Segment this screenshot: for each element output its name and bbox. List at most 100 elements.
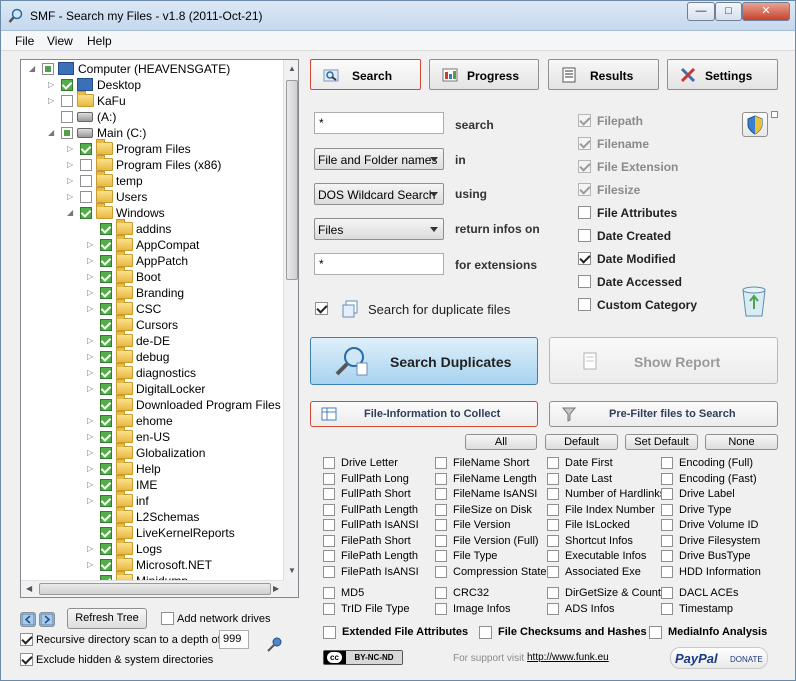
info-option-checkbox[interactable] xyxy=(323,503,335,516)
collapsed-arrow-icon[interactable]: ▷ xyxy=(87,541,96,557)
tree-checkbox[interactable] xyxy=(100,479,112,491)
info-option[interactable]: Date Last xyxy=(547,472,612,487)
prefilter-button[interactable]: Pre-Filter files to Search xyxy=(549,401,778,427)
minimize-button[interactable]: — xyxy=(687,2,715,21)
tree-checkbox[interactable] xyxy=(100,447,112,459)
info-option[interactable]: File Version xyxy=(435,519,510,533)
tree-checkbox[interactable] xyxy=(100,303,112,315)
info-option-checkbox[interactable] xyxy=(661,472,673,485)
tree-row[interactable]: ▷ Globalization xyxy=(21,443,283,461)
tree-row[interactable]: ▷ CSC xyxy=(21,299,283,317)
info-option[interactable]: TrID File Type xyxy=(323,603,409,617)
tree-checkbox[interactable] xyxy=(100,239,112,251)
tree-checkbox[interactable] xyxy=(61,95,73,107)
info-option[interactable]: Drive Letter xyxy=(323,457,398,471)
collapsed-arrow-icon[interactable]: ▷ xyxy=(87,461,96,477)
tree-checkbox[interactable] xyxy=(100,351,112,363)
tab-progress[interactable]: Progress xyxy=(429,59,539,90)
tree-checkbox[interactable] xyxy=(80,207,92,219)
tree-row[interactable]: Downloaded Program Files xyxy=(21,395,283,413)
info-option-checkbox[interactable] xyxy=(435,565,447,578)
return-infos-select[interactable]: Files xyxy=(314,218,444,240)
collapsed-arrow-icon[interactable]: ▷ xyxy=(67,141,76,157)
set-default-button[interactable]: Set Default xyxy=(625,434,698,450)
tree-checkbox[interactable] xyxy=(100,559,112,571)
info-option-checkbox[interactable] xyxy=(547,457,559,470)
tree-checkbox[interactable] xyxy=(100,255,112,267)
info-option[interactable]: ADS Infos xyxy=(547,603,615,617)
menu-view[interactable]: View xyxy=(47,34,73,48)
collapsed-arrow-icon[interactable]: ▷ xyxy=(87,333,96,349)
add-network-drives-checkbox[interactable] xyxy=(161,612,174,625)
tree-row[interactable]: L2Schemas xyxy=(21,507,283,525)
refresh-tree-button[interactable]: Refresh Tree xyxy=(67,608,147,629)
expanded-arrow-icon[interactable]: ◢ xyxy=(29,61,38,77)
info-option-checkbox[interactable] xyxy=(435,587,447,600)
info-option-checkbox[interactable] xyxy=(323,603,335,616)
tree-checkbox[interactable] xyxy=(42,63,54,75)
info-option-checkbox[interactable] xyxy=(661,457,673,470)
attribute-checkbox[interactable] xyxy=(578,298,591,311)
info-option-checkbox[interactable] xyxy=(661,550,673,563)
info-option[interactable]: FullPath Short xyxy=(323,488,411,502)
info-option[interactable]: Number of Hardlinks xyxy=(547,488,665,502)
collapsed-arrow-icon[interactable]: ▷ xyxy=(87,237,96,253)
nav-back-icon[interactable] xyxy=(20,612,36,627)
info-option[interactable]: Drive Label xyxy=(661,488,735,502)
info-option-checkbox[interactable] xyxy=(661,534,673,547)
tree-checkbox[interactable] xyxy=(100,495,112,507)
collapsed-arrow-icon[interactable]: ▷ xyxy=(67,189,76,205)
expand-box-icon[interactable] xyxy=(771,111,778,118)
info-option-checkbox[interactable] xyxy=(323,457,335,470)
tree-row[interactable]: ▷ Help xyxy=(21,459,283,477)
search-duplicates-button[interactable]: Search Duplicates xyxy=(310,337,538,385)
tree-row[interactable]: ▷ AppPatch xyxy=(21,251,283,269)
collapsed-arrow-icon[interactable]: ▷ xyxy=(87,477,96,493)
collapsed-arrow-icon[interactable]: ▷ xyxy=(67,173,76,189)
info-option-checkbox[interactable] xyxy=(547,488,559,501)
info-option[interactable]: FileSize on Disk xyxy=(435,503,532,518)
info-option-checkbox[interactable] xyxy=(661,565,673,578)
tree-row[interactable]: ▷ inf xyxy=(21,491,283,509)
info-option-checkbox[interactable] xyxy=(435,519,447,532)
collapsed-arrow-icon[interactable]: ▷ xyxy=(87,269,96,285)
tree-row[interactable]: ▷ de-DE xyxy=(21,331,283,349)
search-input[interactable]: * xyxy=(314,112,444,134)
tree-row[interactable]: ▷ Desktop xyxy=(21,77,283,93)
info-option[interactable]: Encoding (Full) xyxy=(661,457,753,471)
info-option-checkbox[interactable] xyxy=(435,488,447,501)
search-mode-select[interactable]: DOS Wildcard Search xyxy=(314,183,444,205)
tree-row[interactable]: LiveKernelReports xyxy=(21,523,283,541)
paypal-donate-button[interactable]: PayPal DONATE xyxy=(670,647,768,669)
tree-row[interactable]: ▷ AppCompat xyxy=(21,235,283,253)
info-option-checkbox[interactable] xyxy=(547,587,559,600)
info-option[interactable]: File Index Number xyxy=(547,503,655,518)
info-option-checkbox[interactable] xyxy=(661,519,673,532)
tree-checkbox[interactable] xyxy=(100,527,112,539)
tree-checkbox[interactable] xyxy=(80,191,92,203)
tree-checkbox[interactable] xyxy=(80,175,92,187)
info-option-checkbox[interactable] xyxy=(323,565,335,578)
collapsed-arrow-icon[interactable]: ▷ xyxy=(48,93,57,109)
collapsed-arrow-icon[interactable]: ▷ xyxy=(87,445,96,461)
info-option-checkbox[interactable] xyxy=(661,503,673,516)
info-option[interactable]: Associated Exe xyxy=(547,565,641,580)
tree-vertical-scrollbar[interactable]: ▲ ▼ xyxy=(283,60,298,580)
attribute-checkbox[interactable] xyxy=(578,252,591,265)
info-option-checkbox[interactable] xyxy=(547,472,559,485)
info-option[interactable]: FileName Short xyxy=(435,457,529,471)
tree-checkbox[interactable] xyxy=(61,127,73,139)
tree-row[interactable]: addins xyxy=(21,219,283,237)
info-option[interactable]: Compression State xyxy=(435,565,547,580)
info-option[interactable]: DACL ACEs xyxy=(661,587,739,601)
info-option[interactable]: Drive Filesystem xyxy=(661,534,760,549)
recycle-bin-icon[interactable] xyxy=(739,284,769,318)
scroll-down-icon[interactable]: ▼ xyxy=(288,566,296,575)
exclude-hidden-checkbox[interactable] xyxy=(20,653,33,666)
shield-button[interactable] xyxy=(742,112,768,137)
info-option-checkbox[interactable] xyxy=(435,457,447,470)
info-option-checkbox[interactable] xyxy=(435,534,447,547)
tree-row[interactable]: ▷ DigitalLocker xyxy=(21,379,283,397)
collapsed-arrow-icon[interactable]: ▷ xyxy=(87,413,96,429)
info-option[interactable]: File IsLocked xyxy=(547,519,630,533)
